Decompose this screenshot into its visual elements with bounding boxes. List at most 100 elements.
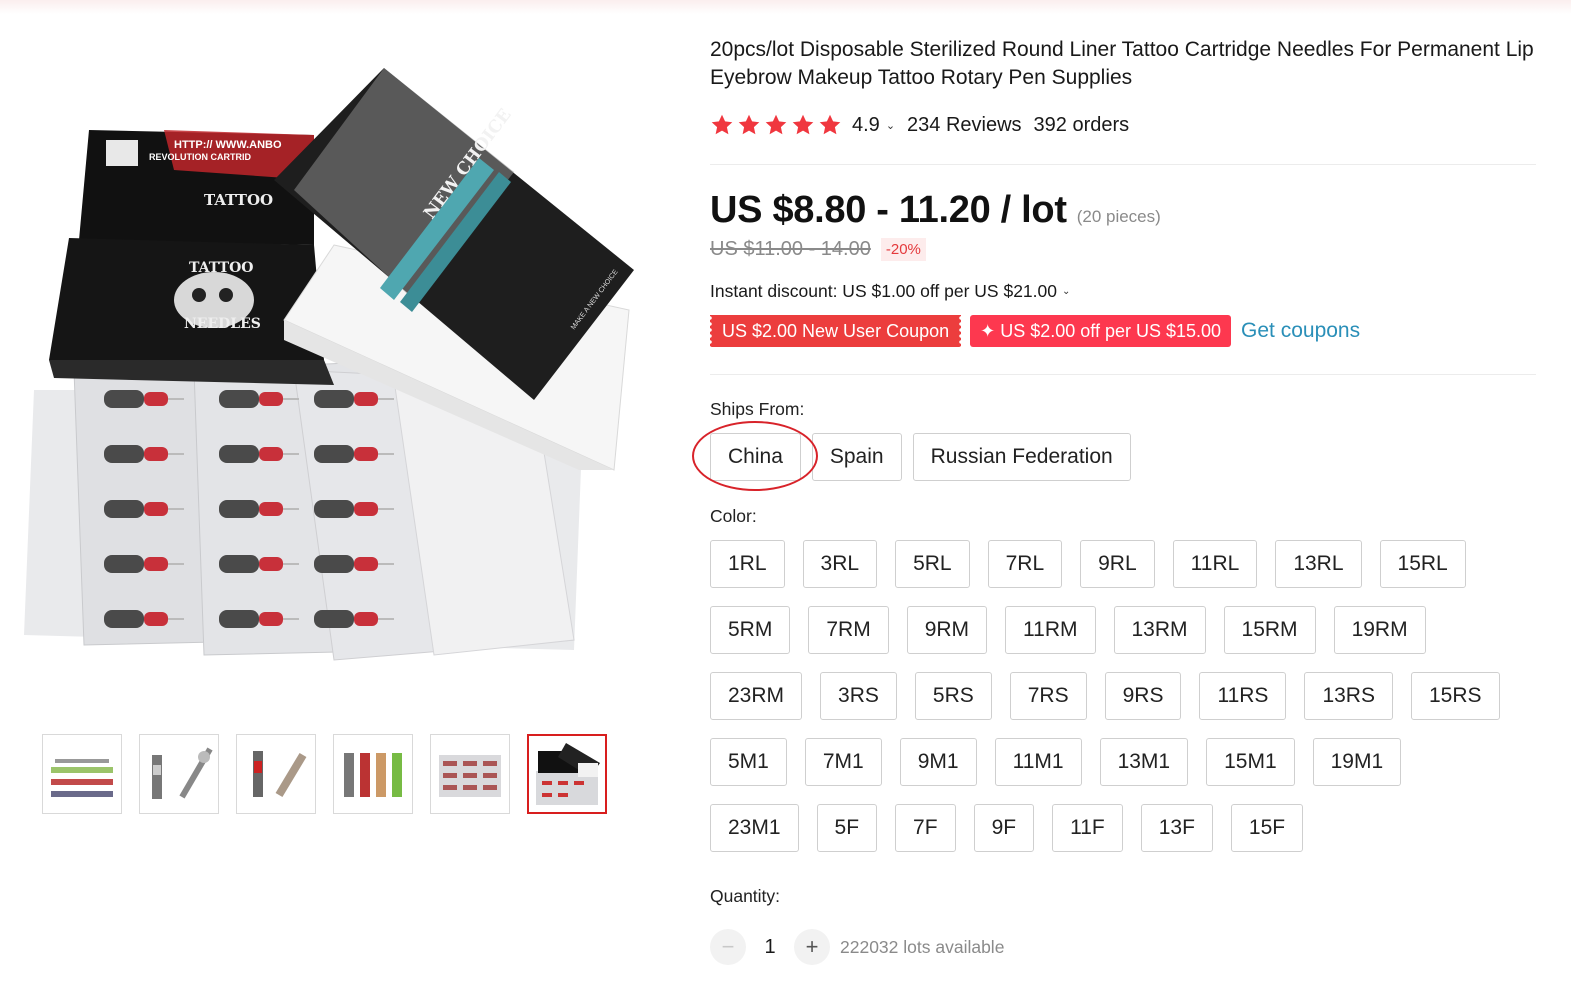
box-tattoo-revolution: HTTP:// WWW.ANBO REVOLUTION CARTRID TATT…	[79, 130, 314, 245]
color-option-3rs[interactable]: 3RS	[820, 672, 897, 720]
quantity-available: 222032 lots available	[840, 936, 1005, 957]
thumbnail-image	[439, 755, 501, 797]
color-option-19m1[interactable]: 19M1	[1312, 738, 1402, 786]
main-product-image[interactable]: HTTP:// WWW.ANBO REVOLUTION CARTRID TATT…	[14, 60, 654, 670]
color-option-7m1[interactable]: 7M1	[804, 738, 882, 786]
svg-text:TATTOO: TATTOO	[189, 260, 253, 276]
star-icon	[738, 114, 760, 135]
color-option-13rs[interactable]: 13RS	[1304, 672, 1393, 720]
original-price-row: US $11.00 - 14.00 -20%	[710, 238, 1536, 261]
star-icon	[711, 114, 733, 135]
color-option-19rm[interactable]: 19RM	[1333, 606, 1426, 654]
color-label: Color:	[710, 506, 757, 526]
color-option-15rs[interactable]: 15RS	[1410, 672, 1500, 720]
color-option-row: 23RM 3RS 5RS 7RS 9RS 11RS 13RS 15RS	[710, 672, 1536, 720]
price-row: US $8.80 - 11.20 / lot (20 pieces)	[710, 189, 1536, 232]
ship-option-china[interactable]: China	[710, 433, 801, 481]
color-option-7rl[interactable]: 7RL	[987, 540, 1063, 588]
color-option-13rl[interactable]: 13RL	[1275, 540, 1362, 588]
star-icon	[792, 114, 814, 135]
color-option-9f[interactable]: 9F	[973, 804, 1035, 852]
color-option-3rl[interactable]: 3RL	[802, 540, 878, 588]
get-coupons-link[interactable]: Get coupons	[1241, 319, 1360, 343]
color-option-15f[interactable]: 15F	[1230, 804, 1304, 852]
color-option-11f[interactable]: 11F	[1052, 804, 1123, 852]
star-icon	[819, 114, 841, 135]
instant-discount[interactable]: Instant discount: US $1.00 off per US $2…	[710, 281, 1536, 302]
color-option-9rm[interactable]: 9RM	[906, 606, 988, 654]
thumbnail-image	[253, 751, 307, 798]
rating-row: 4.9 ⌄ 234 Reviews 392 orders	[710, 111, 1536, 139]
quantity-label: Quantity:	[710, 886, 781, 906]
color-option-row: 1RL 3RL 5RL 7RL 9RL 11RL 13RL 15RL	[710, 540, 1536, 588]
color-option-5rl[interactable]: 5RL	[895, 540, 970, 588]
svg-text:REVOLUTION CARTRID: REVOLUTION CARTRID	[149, 152, 251, 162]
svg-text:NEEDLES: NEEDLES	[184, 316, 261, 332]
color-option-7rs[interactable]: 7RS	[1009, 672, 1087, 720]
color-option-5m1[interactable]: 5M1	[710, 738, 787, 786]
color-option-13m1[interactable]: 13M1	[1099, 738, 1189, 786]
color-option-1rl[interactable]: 1RL	[710, 540, 785, 588]
coupon-row: US $2.00 New User Coupon ✦ US $2.00 off …	[707, 314, 1536, 348]
divider	[710, 374, 1536, 375]
color-option-15rm[interactable]: 15RM	[1223, 606, 1316, 654]
thumb-cartridge-set[interactable]	[333, 734, 413, 814]
color-option-9rs[interactable]: 9RS	[1104, 672, 1182, 720]
orders-count: 392 orders	[1033, 113, 1130, 136]
divider	[710, 164, 1536, 165]
color-option-11rs[interactable]: 11RS	[1199, 672, 1287, 720]
color-option-7f[interactable]: 7F	[895, 804, 956, 852]
color-option-23m1[interactable]: 23M1	[710, 804, 799, 852]
quantity-stepper: − 1 + 222032 lots available	[710, 929, 1536, 965]
instant-discount-text: Instant discount: US $1.00 off per US $2…	[710, 281, 1057, 301]
svg-text:TATTOO: TATTOO	[204, 191, 273, 209]
thumbnail-image	[51, 759, 113, 797]
discount-badge: -20%	[880, 238, 926, 261]
store-coupon[interactable]: ✦ US $2.00 off per US $15.00	[970, 315, 1232, 347]
color-option-11rm[interactable]: 11RM	[1005, 606, 1096, 654]
quantity-minus-button[interactable]: −	[710, 929, 746, 965]
color-option-row: 5RM 7RM 9RM 11RM 13RM 15RM 19RM	[710, 606, 1536, 654]
color-option-row: 23M1 5F 7F 9F 11F 13F 15F	[710, 804, 1536, 852]
ship-option-spain[interactable]: Spain	[811, 433, 902, 481]
color-option-5rs[interactable]: 5RS	[914, 672, 992, 720]
original-price: US $11.00 - 14.00	[710, 238, 871, 260]
color-option-7rm[interactable]: 7RM	[808, 606, 889, 654]
quantity-plus-button[interactable]: +	[794, 929, 830, 965]
svg-text:HTTP:// WWW.ANBO: HTTP:// WWW.ANBO	[174, 139, 282, 151]
ships-from-options: China Spain Russian Federation	[692, 421, 1536, 491]
ships-from-label: Ships From:	[710, 399, 805, 419]
chevron-down-icon[interactable]: ⌄	[886, 119, 895, 132]
color-option-5f[interactable]: 5F	[816, 804, 878, 852]
color-option-9rl[interactable]: 9RL	[1080, 540, 1155, 588]
color-option-15rl[interactable]: 15RL	[1379, 540, 1466, 588]
color-option-13f[interactable]: 13F	[1140, 804, 1213, 852]
thumbnail-image	[152, 747, 213, 799]
color-option-13rm[interactable]: 13RM	[1113, 606, 1206, 654]
rating-value[interactable]: 4.9	[852, 114, 880, 137]
color-option-11m1[interactable]: 11M1	[994, 738, 1082, 786]
chevron-down-icon[interactable]: ⌄	[1062, 286, 1070, 297]
thumb-blister-pack[interactable]	[430, 734, 510, 814]
thumb-cartridges-colored[interactable]	[42, 734, 122, 814]
thumb-boxes[interactable]	[527, 734, 607, 814]
star-icon	[765, 114, 787, 135]
new-user-coupon[interactable]: US $2.00 New User Coupon	[707, 315, 964, 347]
thumbnail-strip	[42, 734, 607, 814]
pieces-per-lot: (20 pieces)	[1076, 207, 1161, 226]
quantity-input[interactable]: 1	[746, 936, 794, 959]
color-option-15m1[interactable]: 15M1	[1206, 738, 1295, 786]
star-rating	[710, 113, 842, 137]
color-option-11rl[interactable]: 11RL	[1172, 540, 1258, 588]
thumbnail-image	[344, 753, 402, 797]
color-option-9m1[interactable]: 9M1	[899, 738, 977, 786]
color-option-5rm[interactable]: 5RM	[710, 606, 791, 654]
reviews-link[interactable]: 234 Reviews	[907, 114, 1022, 137]
color-option-row: 5M1 7M1 9M1 11M1 13M1 15M1 19M1	[710, 738, 1536, 786]
ship-option-russian-federation[interactable]: Russian Federation	[912, 433, 1131, 481]
thumbnail-image	[536, 743, 600, 805]
thumb-needle-liner[interactable]	[139, 734, 219, 814]
top-shade	[0, 0, 1571, 14]
thumb-needle-magnum[interactable]	[236, 734, 316, 814]
color-option-23rm[interactable]: 23RM	[710, 672, 803, 720]
